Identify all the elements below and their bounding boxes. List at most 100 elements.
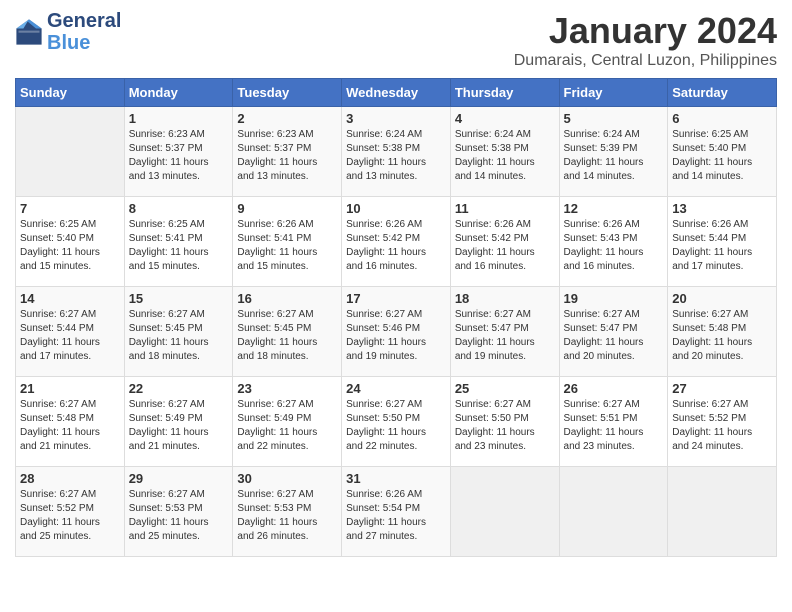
cell-info: Daylight: 11 hours bbox=[672, 156, 772, 170]
cell-info: Sunset: 5:53 PM bbox=[237, 502, 337, 516]
cell-info: and 15 minutes. bbox=[129, 260, 229, 274]
calendar-header: SundayMondayTuesdayWednesdayThursdayFrid… bbox=[16, 79, 777, 107]
cell-info: Sunrise: 6:27 AM bbox=[455, 308, 555, 322]
calendar-cell: 9Sunrise: 6:26 AMSunset: 5:41 PMDaylight… bbox=[233, 197, 342, 287]
cell-info: and 21 minutes. bbox=[20, 440, 120, 454]
calendar-cell: 8Sunrise: 6:25 AMSunset: 5:41 PMDaylight… bbox=[124, 197, 233, 287]
cell-info: Sunset: 5:49 PM bbox=[237, 412, 337, 426]
cell-info: and 22 minutes. bbox=[346, 440, 446, 454]
cell-info: Daylight: 11 hours bbox=[346, 336, 446, 350]
cell-info: Sunset: 5:51 PM bbox=[564, 412, 664, 426]
cell-info: Sunrise: 6:26 AM bbox=[455, 218, 555, 232]
column-header-friday: Friday bbox=[559, 79, 668, 107]
cell-info: Daylight: 11 hours bbox=[237, 336, 337, 350]
cell-info: Sunrise: 6:25 AM bbox=[129, 218, 229, 232]
logo-general: General bbox=[47, 10, 121, 32]
calendar-cell: 13Sunrise: 6:26 AMSunset: 5:44 PMDayligh… bbox=[668, 197, 777, 287]
cell-info: Sunset: 5:50 PM bbox=[346, 412, 446, 426]
cell-info: Sunrise: 6:25 AM bbox=[672, 128, 772, 142]
calendar-cell bbox=[16, 107, 125, 197]
calendar-cell: 1 Sunrise: 6:23 AMSunset: 5:37 PMDaylight… bbox=[124, 107, 233, 197]
day-number: 21 bbox=[20, 381, 120, 396]
cell-info: Daylight: 11 hours bbox=[237, 426, 337, 440]
cell-info: Daylight: 11 hours bbox=[129, 156, 229, 170]
calendar-cell: 17Sunrise: 6:27 AMSunset: 5:46 PMDayligh… bbox=[342, 287, 451, 377]
cell-info: Daylight: 11 hours bbox=[346, 426, 446, 440]
cell-info: and 18 minutes. bbox=[237, 350, 337, 364]
day-number: 10 bbox=[346, 201, 446, 216]
calendar-cell: 31Sunrise: 6:26 AMSunset: 5:54 PMDayligh… bbox=[342, 467, 451, 557]
cell-info: Sunset: 5:46 PM bbox=[346, 322, 446, 336]
cell-info: Sunrise: 6:27 AM bbox=[129, 488, 229, 502]
calendar-cell bbox=[450, 467, 559, 557]
calendar-cell: 25Sunrise: 6:27 AMSunset: 5:50 PMDayligh… bbox=[450, 377, 559, 467]
cell-info: Sunset: 5:52 PM bbox=[672, 412, 772, 426]
cell-info: Daylight: 11 hours bbox=[20, 516, 120, 530]
cell-info: Sunrise: 6:24 AM bbox=[346, 128, 446, 142]
location-subtitle: Dumarais, Central Luzon, Philippines bbox=[514, 52, 777, 70]
cell-info: Sunset: 5:49 PM bbox=[129, 412, 229, 426]
cell-info: Sunrise: 6:27 AM bbox=[346, 308, 446, 322]
cell-info: Daylight: 11 hours bbox=[129, 516, 229, 530]
cell-info: Sunrise: 6:26 AM bbox=[346, 218, 446, 232]
cell-info: Daylight: 11 hours bbox=[672, 426, 772, 440]
cell-info: Sunset: 5:48 PM bbox=[20, 412, 120, 426]
cell-info: Sunrise: 6:27 AM bbox=[455, 398, 555, 412]
logo-text-block: General Blue bbox=[47, 10, 121, 54]
cell-info: and 14 minutes. bbox=[455, 170, 555, 184]
calendar-cell: 29Sunrise: 6:27 AMSunset: 5:53 PMDayligh… bbox=[124, 467, 233, 557]
cell-info: and 26 minutes. bbox=[237, 530, 337, 544]
cell-info: Sunrise: 6:27 AM bbox=[237, 398, 337, 412]
calendar-cell: 10 Sunrise: 6:26 AMSunset: 5:42 PMDayligh… bbox=[342, 197, 451, 287]
day-number: 24 bbox=[346, 381, 446, 396]
cell-info: and 14 minutes. bbox=[672, 170, 772, 184]
cell-info: Sunset: 5:47 PM bbox=[455, 322, 555, 336]
cell-info: Daylight: 11 hours bbox=[455, 156, 555, 170]
cell-info: Sunrise: 6:27 AM bbox=[129, 308, 229, 322]
cell-info: Sunset: 5:39 PM bbox=[564, 142, 664, 156]
cell-info: and 13 minutes. bbox=[129, 170, 229, 184]
calendar-cell: 2Sunrise: 6:23 AMSunset: 5:37 PMDaylight… bbox=[233, 107, 342, 197]
day-number: 3 bbox=[346, 111, 446, 126]
cell-info: and 19 minutes. bbox=[455, 350, 555, 364]
day-number: 15 bbox=[129, 291, 229, 306]
cell-info: Daylight: 11 hours bbox=[129, 246, 229, 260]
day-number: 18 bbox=[455, 291, 555, 306]
cell-info: and 13 minutes. bbox=[346, 170, 446, 184]
day-number: 1 bbox=[129, 111, 229, 126]
calendar-cell: 5Sunrise: 6:24 AMSunset: 5:39 PMDaylight… bbox=[559, 107, 668, 197]
cell-info: Daylight: 11 hours bbox=[346, 246, 446, 260]
cell-info: Daylight: 11 hours bbox=[20, 336, 120, 350]
cell-info: Sunset: 5:45 PM bbox=[129, 322, 229, 336]
calendar-cell: 12Sunrise: 6:26 AMSunset: 5:43 PMDayligh… bbox=[559, 197, 668, 287]
day-number: 5 bbox=[564, 111, 664, 126]
cell-info: Daylight: 11 hours bbox=[237, 516, 337, 530]
calendar-cell: 7Sunrise: 6:25 AMSunset: 5:40 PMDaylight… bbox=[16, 197, 125, 287]
day-number: 16 bbox=[237, 291, 337, 306]
cell-info: Sunrise: 6:27 AM bbox=[129, 398, 229, 412]
cell-info: Daylight: 11 hours bbox=[346, 156, 446, 170]
cell-info: and 27 minutes. bbox=[346, 530, 446, 544]
cell-info: Sunrise: 6:26 AM bbox=[237, 218, 337, 232]
calendar-cell: 18Sunrise: 6:27 AMSunset: 5:47 PMDayligh… bbox=[450, 287, 559, 377]
calendar-body: 1Sunrise: 6:23 AMSunset: 5:37 PMDaylight… bbox=[16, 107, 777, 557]
calendar-week-2: 7Sunrise: 6:25 AMSunset: 5:40 PMDaylight… bbox=[16, 197, 777, 287]
day-number: 19 bbox=[564, 291, 664, 306]
cell-info: Sunrise: 6:27 AM bbox=[346, 398, 446, 412]
cell-info: Sunset: 5:42 PM bbox=[455, 232, 555, 246]
day-number: 14 bbox=[20, 291, 120, 306]
cell-info: Sunset: 5:40 PM bbox=[20, 232, 120, 246]
cell-info: Daylight: 11 hours bbox=[20, 426, 120, 440]
column-header-wednesday: Wednesday bbox=[342, 79, 451, 107]
calendar-cell: 22Sunrise: 6:27 AMSunset: 5:49 PMDayligh… bbox=[124, 377, 233, 467]
cell-info: Sunset: 5:41 PM bbox=[237, 232, 337, 246]
calendar-table: SundayMondayTuesdayWednesdayThursdayFrid… bbox=[15, 78, 777, 557]
calendar-cell: 30Sunrise: 6:27 AMSunset: 5:53 PMDayligh… bbox=[233, 467, 342, 557]
cell-info: Sunset: 5:42 PM bbox=[346, 232, 446, 246]
cell-info: Sunset: 5:50 PM bbox=[455, 412, 555, 426]
cell-info: Sunset: 5:37 PM bbox=[129, 142, 229, 156]
cell-info: Sunset: 5:53 PM bbox=[129, 502, 229, 516]
cell-info: Sunrise: 6:23 AM bbox=[129, 128, 229, 142]
cell-info: Daylight: 11 hours bbox=[672, 246, 772, 260]
cell-info: Sunset: 5:52 PM bbox=[20, 502, 120, 516]
